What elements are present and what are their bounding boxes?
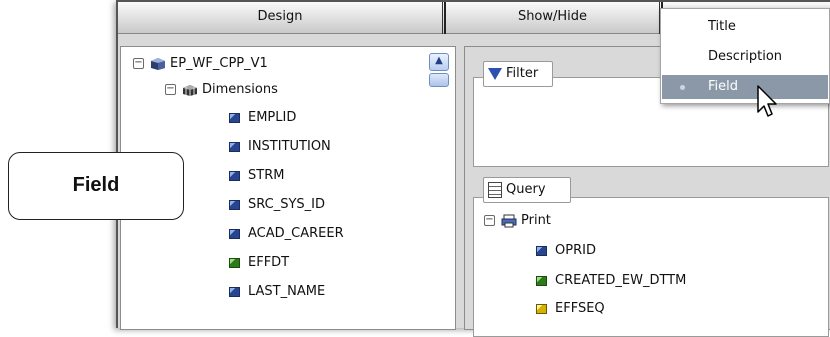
- query-field-label: CREATED_EW_DTTM: [555, 273, 687, 288]
- query-field-item[interactable]: EFFSEQ: [536, 298, 605, 320]
- query-document-icon: [488, 181, 502, 198]
- field-blue-icon: [229, 112, 240, 123]
- menu-item-title[interactable]: Title: [662, 15, 828, 39]
- query-field-item[interactable]: CREATED_EW_DTTM: [536, 270, 686, 292]
- query-area[interactable]: − Print OPRID CREATED_EW_DTTM EFFSEQ: [473, 197, 829, 337]
- field-blue-icon: [229, 141, 240, 152]
- menu-item-field[interactable]: Field: [662, 75, 828, 99]
- bullet-icon: [680, 85, 685, 90]
- field-green-icon: [536, 275, 547, 286]
- show-hide-context-menu: Title Description Field: [660, 8, 830, 104]
- query-print-label: Print: [521, 213, 551, 228]
- tree-field-item[interactable]: LAST_NAME: [229, 281, 325, 303]
- mouse-pointer-icon: [757, 85, 777, 117]
- tree-root-label: EP_WF_CPP_V1: [170, 56, 268, 71]
- collapse-icon[interactable]: −: [165, 84, 176, 95]
- filter-group-label: Filter: [483, 61, 553, 87]
- collapse-icon[interactable]: −: [484, 215, 495, 226]
- field-blue-icon: [229, 228, 240, 239]
- tree-field-label: LAST_NAME: [248, 284, 326, 299]
- collapse-icon[interactable]: −: [133, 58, 144, 69]
- tree-field-label: INSTITUTION: [248, 139, 331, 154]
- scroll-thumb[interactable]: [429, 73, 449, 87]
- query-group-label: Query: [483, 177, 571, 203]
- scroll-up-icon[interactable]: ▲: [429, 53, 449, 71]
- tree-dimensions-node[interactable]: − Dimensions: [165, 79, 278, 101]
- field-blue-icon: [229, 170, 240, 181]
- field-green-icon: [229, 257, 240, 268]
- tree-scrollbar[interactable]: ▲: [429, 53, 449, 87]
- query-field-label: EFFSEQ: [555, 301, 605, 316]
- tree-dimensions-label: Dimensions: [202, 82, 278, 97]
- printer-icon: [501, 214, 517, 227]
- menu-item-field-label: Field: [708, 79, 739, 94]
- field-blue-icon: [536, 245, 547, 256]
- field-yellow-icon: [536, 303, 547, 314]
- tree-root-node[interactable]: − EP_WF_CPP_V1: [133, 53, 268, 75]
- tree-field-label: EFFDT: [248, 255, 290, 270]
- field-blue-icon: [229, 199, 240, 210]
- query-label: Query: [506, 182, 546, 197]
- query-field-label: OPRID: [555, 243, 596, 258]
- field-callout-label: Field: [8, 152, 184, 220]
- filter-label: Filter: [506, 66, 539, 81]
- tree-field-label: SRC_SYS_ID: [248, 197, 326, 212]
- tree-field-item[interactable]: STRM: [229, 165, 284, 187]
- tree-field-label: ACAD_CAREER: [248, 226, 344, 241]
- tree-field-label: STRM: [248, 168, 285, 183]
- tree-field-item[interactable]: SRC_SYS_ID: [229, 194, 325, 216]
- tree-field-label: EMPLID: [248, 110, 297, 125]
- menu-item-description[interactable]: Description: [662, 45, 828, 69]
- filter-funnel-icon: [488, 67, 502, 80]
- tab-show-hide[interactable]: Show/Hide: [444, 2, 660, 34]
- query-field-item[interactable]: OPRID: [536, 240, 596, 262]
- dimensions-icon: [183, 84, 197, 96]
- tree-field-item[interactable]: ACAD_CAREER: [229, 223, 344, 245]
- business-view-cube-icon: [151, 57, 165, 70]
- tab-design[interactable]: Design: [118, 2, 443, 34]
- query-print-node[interactable]: − Print: [484, 210, 551, 232]
- tree-field-item[interactable]: EFFDT: [229, 252, 289, 274]
- tree-field-item[interactable]: EMPLID: [229, 107, 296, 129]
- field-blue-icon: [229, 286, 240, 297]
- tree-field-item[interactable]: INSTITUTION: [229, 136, 331, 158]
